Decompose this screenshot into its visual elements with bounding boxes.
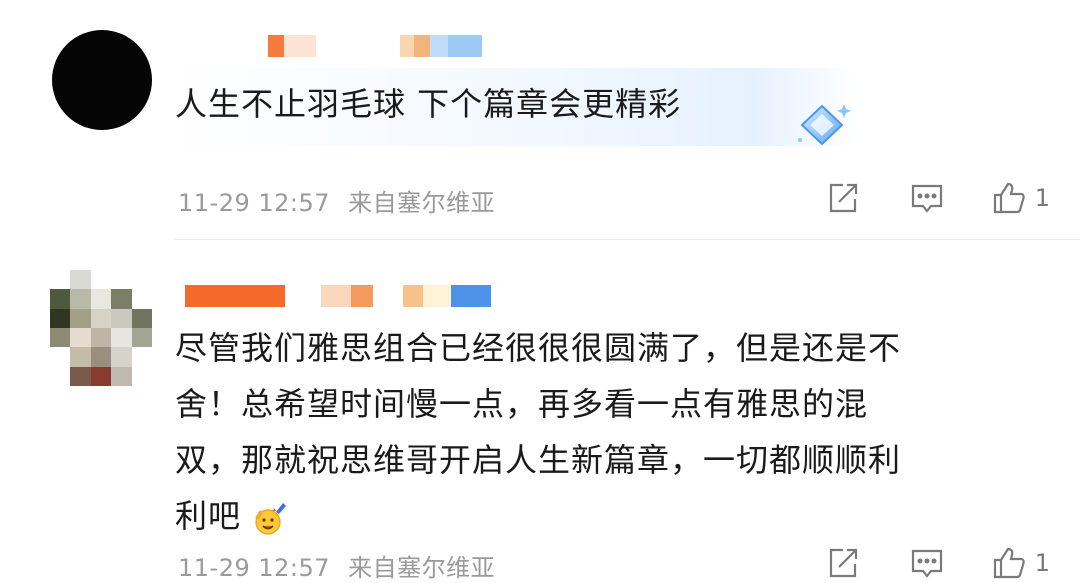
username-blurred[interactable] bbox=[185, 285, 491, 307]
comment-line: 尽管我们雅思组合已经很很很圆满了，但是还是不 bbox=[175, 329, 902, 367]
comment-line: 双，那就祝思维哥开启人生新篇章，一切都顺顺利 bbox=[175, 441, 902, 479]
like-button[interactable]: 1 bbox=[991, 543, 1050, 583]
comment-line: 利吧 bbox=[175, 497, 242, 535]
comment-item: 尽管我们雅思组合已经很很很圆满了，但是还是不 舍！总希望时间慢一点，再多看一点有… bbox=[0, 0, 1080, 582]
comment-meta: 11-29 12:57 来自塞尔维亚 bbox=[178, 548, 495, 583]
comment-time: 11-29 12:57 bbox=[178, 554, 331, 582]
comment-text: 尽管我们雅思组合已经很很很圆满了，但是还是不 舍！总希望时间慢一点，再多看一点有… bbox=[175, 320, 1035, 544]
like-count: 1 bbox=[1034, 549, 1050, 577]
reply-button[interactable] bbox=[907, 543, 947, 583]
avatar[interactable] bbox=[50, 270, 152, 386]
comment-icon bbox=[911, 549, 942, 578]
thumbs-up-icon bbox=[993, 547, 1025, 579]
comment-line: 舍！总希望时间慢一点，再多看一点有雅思的混 bbox=[175, 385, 869, 423]
comment-actions: 1 bbox=[779, 543, 1050, 583]
comment-location: 来自塞尔维亚 bbox=[348, 554, 496, 582]
share-icon bbox=[829, 548, 857, 578]
share-button[interactable] bbox=[823, 543, 863, 583]
cheering-emoji bbox=[255, 503, 287, 535]
